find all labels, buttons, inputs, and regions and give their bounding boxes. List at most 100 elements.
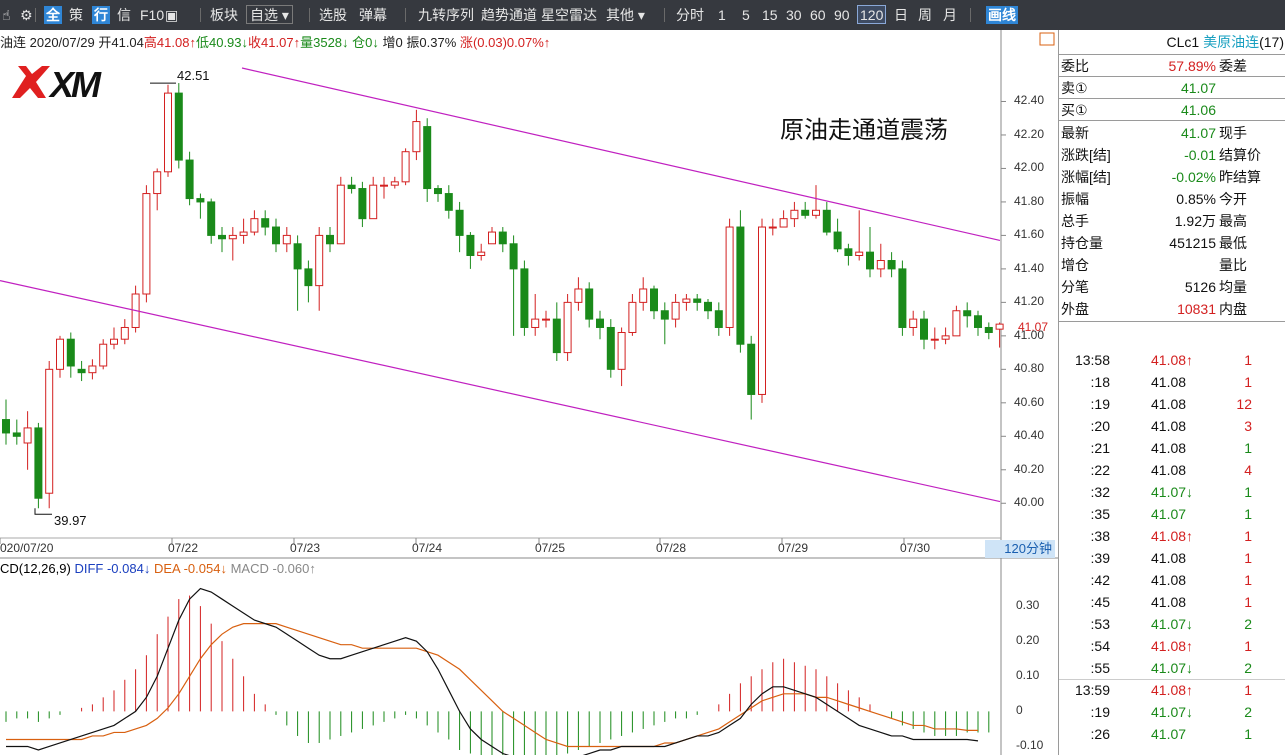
toolbar-icon-1[interactable]: ⚙	[20, 6, 33, 25]
stat-row-label: 振幅	[1061, 191, 1089, 207]
toolbar-item-19[interactable]: 15	[762, 6, 778, 25]
tick-row: :38 41.08↑ 1	[1059, 525, 1285, 547]
candle-body	[412, 121, 421, 153]
stat-row: 增仓 量比	[1061, 254, 1285, 276]
candle-body	[218, 234, 226, 240]
toolbar-item-24[interactable]: 日	[894, 6, 908, 25]
toolbar-item-5[interactable]: 信	[117, 6, 131, 25]
candle-body	[423, 126, 432, 190]
candle-body	[488, 231, 496, 245]
candle-body	[714, 310, 723, 328]
period-label[interactable]: 120分钟	[985, 540, 1055, 558]
toolbar-item-26[interactable]: 月	[943, 6, 957, 25]
toolbar-item-22[interactable]: 90	[834, 6, 850, 25]
toolbar-item-20[interactable]: 30	[786, 6, 802, 25]
candle-body	[509, 243, 518, 270]
price-tick-label: 40.20	[1014, 461, 1045, 476]
candle	[12, 419, 21, 445]
stat-row-label: 总手	[1061, 213, 1089, 229]
channel-lower-line[interactable]	[0, 280, 1001, 503]
toolbar-item-16[interactable]: 分时	[676, 6, 704, 25]
toolbar-item-6[interactable]: F10	[140, 6, 164, 25]
toolbar-item-13[interactable]: 趋势通道	[481, 6, 537, 25]
tick-price: 41.08↑	[1151, 352, 1194, 368]
toolbar-item-15[interactable]: 其他 ▾	[606, 6, 645, 25]
tick-volume: 2	[1244, 616, 1252, 632]
candle	[974, 310, 982, 336]
quote-row-value: 41.07	[1180, 80, 1216, 96]
toolbar-item-17[interactable]: 1	[718, 6, 726, 25]
stat-row-label2: 最低	[1219, 235, 1247, 251]
stat-row-label2: 量比	[1219, 257, 1247, 273]
stat-row-value: 5126	[1184, 279, 1216, 295]
candle	[488, 227, 496, 245]
toolbar-icon-0[interactable]: ☝	[2, 6, 11, 25]
tick-volume: 1	[1244, 682, 1252, 698]
candle-body	[498, 231, 507, 245]
toolbar-item-14[interactable]: 星空雷达	[541, 6, 597, 25]
toolbar-item-8[interactable]: 板块	[210, 6, 238, 25]
toolbar-item-3[interactable]: 策	[69, 6, 83, 25]
time-tick-label: 07/22	[168, 541, 199, 555]
toolbar-separator	[664, 8, 665, 22]
candle	[995, 322, 1004, 348]
candle	[606, 319, 615, 378]
tick-time: 13:59	[1074, 682, 1110, 698]
toolbar-item-2[interactable]: 全	[44, 6, 62, 24]
toolbar-item-11[interactable]: 弹幕	[359, 6, 387, 25]
toolbar-item-27[interactable]: 画线	[986, 6, 1018, 24]
candle-body	[45, 368, 54, 494]
candle	[261, 210, 270, 236]
toolbar-separator	[200, 8, 201, 22]
toolbar-item-4[interactable]: 行	[92, 6, 110, 24]
toolbar-separator	[405, 8, 406, 22]
tick-time: :38	[1090, 528, 1110, 544]
candle	[282, 227, 291, 253]
candle-body	[196, 198, 205, 203]
candle	[671, 294, 680, 328]
candle	[952, 305, 961, 337]
toolbar-item-10[interactable]: 选股	[319, 6, 347, 25]
candle	[984, 322, 993, 340]
candle	[466, 232, 475, 269]
macd-tick-label: 0.20	[1016, 633, 1040, 648]
toolbar-item-23[interactable]: 120	[857, 5, 887, 24]
tick-volume: 3	[1244, 418, 1252, 434]
candle	[736, 210, 745, 353]
dea-value: -0.054	[183, 561, 221, 576]
price-tick-label: 40.80	[1014, 361, 1045, 376]
price-tick-label: 40.60	[1014, 394, 1045, 409]
candle-body	[606, 326, 615, 370]
candle	[758, 218, 766, 403]
candle	[207, 198, 216, 244]
candle	[347, 176, 356, 194]
candle-body	[2, 419, 10, 434]
candle-body	[444, 193, 453, 211]
candle-body	[855, 251, 864, 256]
channel-upper-line[interactable]	[241, 67, 1001, 242]
tick-row: :32 41.07↓ 1	[1059, 481, 1285, 503]
toolbar-item-12[interactable]: 九转序列	[418, 6, 474, 25]
candle-body	[822, 209, 831, 233]
candle-body	[282, 234, 291, 245]
price-tick-label: 40.40	[1014, 428, 1045, 443]
toolbar-item-9[interactable]: 自选 ▾	[246, 5, 293, 24]
tick-time: :21	[1090, 440, 1110, 456]
candle-body	[974, 315, 982, 328]
toolbar-icon-7[interactable]: ▣	[165, 6, 178, 25]
toolbar-item-18[interactable]: 5	[742, 6, 750, 25]
pane-maximize-icon[interactable]	[1039, 32, 1055, 46]
toolbar-item-25[interactable]: 周	[918, 6, 932, 25]
candle	[412, 109, 421, 161]
candle-body	[833, 231, 842, 250]
tick-price: 41.08	[1151, 572, 1187, 588]
toolbar-separator	[309, 8, 310, 22]
toolbar-item-21[interactable]: 60	[810, 6, 826, 25]
tick-time: :19	[1090, 704, 1110, 720]
candle	[153, 168, 162, 211]
candle-body	[552, 318, 561, 354]
stat-row-value: 10831	[1177, 301, 1216, 317]
candle-body	[758, 226, 766, 395]
stat-row-label: 最新	[1061, 125, 1089, 141]
candle-body	[682, 298, 691, 303]
